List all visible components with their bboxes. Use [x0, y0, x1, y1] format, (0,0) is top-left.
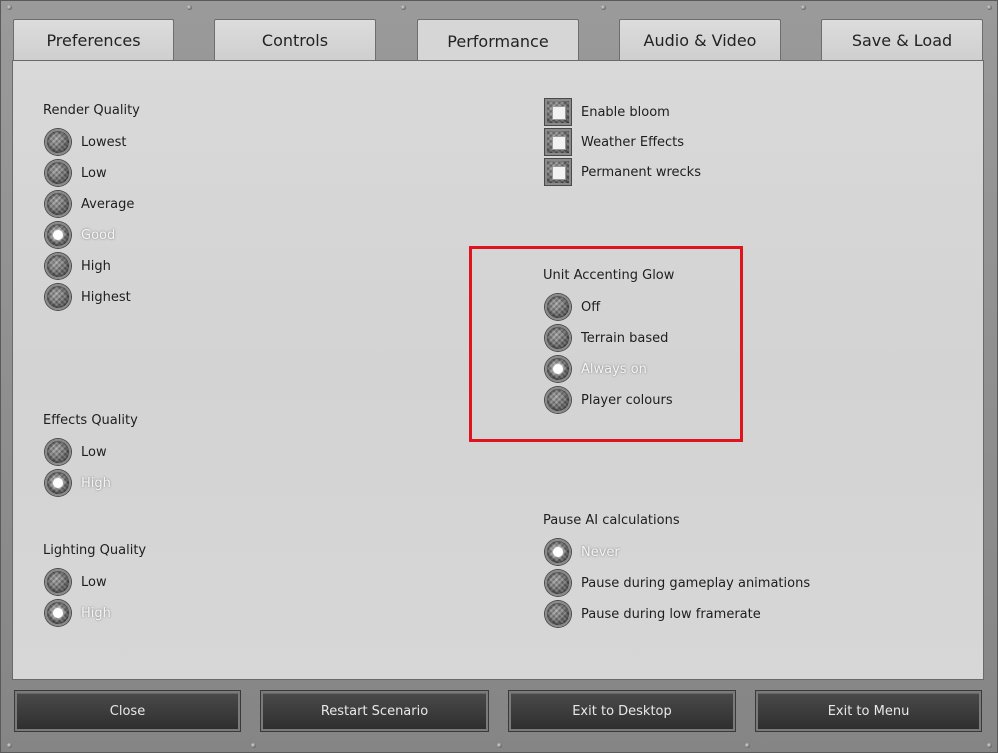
render-quality-option-highest[interactable]: Highest	[45, 284, 131, 310]
effects-quality-option-low[interactable]: Low	[45, 439, 107, 465]
radio-selected-icon	[45, 470, 71, 496]
tab-preferences[interactable]: Preferences	[13, 19, 174, 60]
checkbox-checked-icon	[545, 129, 571, 155]
rivet	[987, 5, 992, 10]
render-quality-title: Render Quality	[43, 103, 140, 118]
tab-save-load[interactable]: Save & Load	[821, 19, 983, 60]
rivet	[7, 743, 12, 748]
option-label: Player colours	[581, 392, 673, 408]
option-label: Pause during low framerate	[581, 606, 761, 622]
radio-icon	[45, 439, 71, 465]
checkbox-label: Weather Effects	[581, 134, 685, 150]
radio-icon	[545, 601, 571, 627]
render-quality-option-high[interactable]: High	[45, 253, 111, 279]
radio-selected-icon	[45, 600, 71, 626]
rivet	[801, 5, 806, 10]
option-label: High	[81, 475, 111, 491]
restart-scenario-button[interactable]: Restart Scenario	[261, 691, 488, 731]
radio-icon	[45, 160, 71, 186]
radio-icon	[545, 325, 571, 351]
render-quality-option-good[interactable]: Good	[45, 222, 115, 248]
option-label: Off	[581, 299, 601, 315]
radio-icon	[45, 129, 71, 155]
lighting-quality-title: Lighting Quality	[43, 543, 147, 558]
rivet	[187, 5, 192, 10]
checkbox-checked-icon	[545, 99, 571, 125]
radio-icon	[545, 294, 571, 320]
option-label: Terrain based	[581, 330, 669, 346]
rivet	[987, 743, 992, 748]
permanent-wrecks-checkbox[interactable]: Permanent wrecks	[545, 159, 701, 185]
option-label: Low	[81, 444, 107, 460]
effects-quality-option-high[interactable]: High	[45, 470, 111, 496]
lighting-quality-option-high[interactable]: High	[45, 600, 111, 626]
pause-ai-option-never[interactable]: Never	[545, 539, 620, 565]
option-label: Average	[81, 196, 135, 212]
option-label: Highest	[81, 289, 131, 305]
option-label: Pause during gameplay animations	[581, 575, 811, 591]
tab-performance[interactable]: Performance	[417, 19, 579, 63]
radio-selected-icon	[545, 356, 571, 382]
option-label: High	[81, 605, 111, 621]
option-label: Good	[81, 227, 116, 243]
exit-to-menu-button[interactable]: Exit to Menu	[756, 691, 981, 731]
exit-to-desktop-button[interactable]: Exit to Desktop	[509, 691, 735, 731]
render-quality-option-lowest[interactable]: Lowest	[45, 129, 126, 155]
unit-glow-option-off[interactable]: Off	[545, 294, 600, 320]
radio-selected-icon	[45, 222, 71, 248]
enable-bloom-checkbox[interactable]: Enable bloom	[545, 99, 670, 125]
lighting-quality-option-low[interactable]: Low	[45, 569, 107, 595]
radio-icon	[45, 253, 71, 279]
close-button[interactable]: Close	[15, 691, 240, 731]
unit-glow-option-terrain-based[interactable]: Terrain based	[545, 325, 668, 351]
radio-icon	[545, 570, 571, 596]
rivet	[401, 5, 406, 10]
unit-glow-title: Unit Accenting Glow	[543, 268, 675, 283]
pause-ai-option-low-framerate[interactable]: Pause during low framerate	[545, 601, 761, 627]
rivet	[497, 743, 502, 748]
tab-audio-video[interactable]: Audio & Video	[619, 19, 781, 60]
checkbox-label: Enable bloom	[581, 104, 670, 120]
render-quality-option-low[interactable]: Low	[45, 160, 107, 186]
radio-icon	[45, 191, 71, 217]
tab-controls[interactable]: Controls	[214, 19, 376, 60]
radio-selected-icon	[545, 539, 571, 565]
rivet	[745, 743, 750, 748]
checkbox-checked-icon	[545, 159, 571, 185]
rivet	[7, 5, 12, 10]
option-label: Always on	[581, 361, 647, 377]
weather-effects-checkbox[interactable]: Weather Effects	[545, 129, 684, 155]
radio-icon	[545, 387, 571, 413]
option-label: Lowest	[81, 134, 127, 150]
option-label: Low	[81, 574, 107, 590]
rivet	[251, 743, 256, 748]
radio-icon	[45, 284, 71, 310]
rivet	[601, 5, 606, 10]
radio-icon	[45, 569, 71, 595]
option-label: High	[81, 258, 111, 274]
effects-quality-title: Effects Quality	[43, 413, 138, 428]
pause-ai-title: Pause AI calculations	[543, 513, 680, 528]
checkbox-label: Permanent wrecks	[581, 164, 701, 180]
option-label: Low	[81, 165, 107, 181]
render-quality-option-average[interactable]: Average	[45, 191, 134, 217]
option-label: Never	[581, 544, 620, 560]
window-frame: Preferences Controls Performance Audio &…	[0, 0, 998, 753]
unit-glow-option-player-colours[interactable]: Player colours	[545, 387, 673, 413]
unit-glow-option-always-on[interactable]: Always on	[545, 356, 647, 382]
pause-ai-option-gameplay-animations[interactable]: Pause during gameplay animations	[545, 570, 810, 596]
